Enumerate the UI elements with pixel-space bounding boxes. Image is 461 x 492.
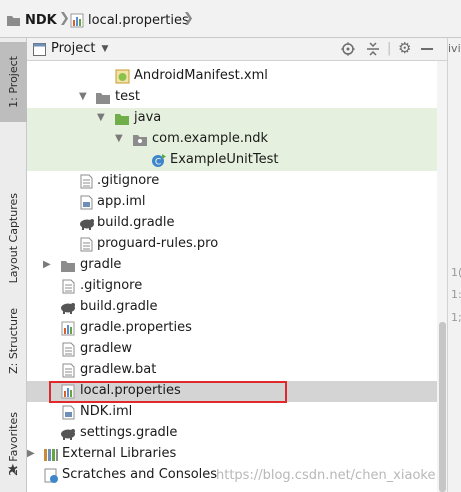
tree-row-java-test[interactable]: ▼ java xyxy=(27,108,437,129)
selection-highlight-box xyxy=(49,381,287,403)
tree-row-gradle-folder[interactable]: ▶ gradle xyxy=(27,255,437,276)
tree-row-label: gradle.properties xyxy=(80,320,192,335)
gradle-icon xyxy=(80,219,94,230)
tree-row-label: java xyxy=(134,110,162,125)
tree-row-android-manifest[interactable]: AndroidManifest.xml xyxy=(27,66,437,87)
tree-row-external-libraries[interactable]: ▶ External Libraries xyxy=(27,444,437,465)
svg-text:C: C xyxy=(155,158,161,168)
editor-gutter: ivit 1( 1: 1; xyxy=(447,38,461,492)
tree-row-label: build.gradle xyxy=(80,299,158,314)
breadcrumb-file[interactable]: local.properties xyxy=(70,11,189,29)
class-icon: C xyxy=(152,154,166,168)
watermark: https://blog.csdn.net/chen_xiaoke xyxy=(216,468,436,483)
tree-row-example-unit-test[interactable]: C ExampleUnitTest xyxy=(27,150,437,171)
project-view-icon xyxy=(33,43,46,56)
tree-row-label: .gitignore xyxy=(97,173,160,188)
tree-row-build-gradle[interactable]: build.gradle xyxy=(27,297,437,318)
project-view-label: Project xyxy=(51,41,96,56)
tree-row-label: proguard-rules.pro xyxy=(97,236,219,251)
breadcrumb-project-label: NDK xyxy=(25,12,57,28)
tab-project-label: 1: Project xyxy=(7,56,20,108)
tab-structure-label: Z: Structure xyxy=(7,308,20,374)
tree-row-gradlew-bat[interactable]: gradlew.bat xyxy=(27,360,437,381)
file-icon xyxy=(62,363,75,378)
tree-row-settings-gradle[interactable]: settings.gradle xyxy=(27,423,437,444)
tree-row-ndk-iml[interactable]: NDK.iml xyxy=(27,402,437,423)
tab-structure[interactable]: Z: Structure xyxy=(0,296,27,386)
properties-icon xyxy=(61,321,75,336)
tree-row-label: app.iml xyxy=(97,194,146,209)
tree-row-label: External Libraries xyxy=(62,446,177,461)
breadcrumb-separator-icon: ❯ xyxy=(59,11,70,26)
collapse-all-icon[interactable] xyxy=(366,42,380,56)
chevron-right-icon: ▶ xyxy=(43,259,51,270)
tree-row-label: gradlew xyxy=(80,341,133,356)
tree-row-label: settings.gradle xyxy=(80,425,178,440)
breadcrumb-file-label: local.properties xyxy=(88,12,189,28)
locate-icon[interactable] xyxy=(341,42,355,56)
file-icon xyxy=(80,237,93,252)
tree-row-label: Scratches and Consoles xyxy=(62,467,218,482)
hide-icon[interactable] xyxy=(421,44,435,58)
tree-row-app-gitignore[interactable]: .gitignore xyxy=(27,171,437,192)
gradle-icon xyxy=(61,429,75,440)
project-view-selector[interactable]: Project ▼ xyxy=(51,41,108,56)
project-tree: AndroidManifest.xml ▼ test ▼ java ▼ com.… xyxy=(27,61,437,492)
tab-layout-captures-label: Layout Captures xyxy=(7,192,20,284)
editor-tab-partial[interactable]: ivit xyxy=(448,42,461,55)
navigation-bar: NDK ❯ local.properties ❯ xyxy=(0,0,461,38)
module-file-icon xyxy=(80,195,93,210)
library-icon xyxy=(44,449,58,461)
folder-icon xyxy=(61,261,75,272)
tool-window-strip: 1: Project Layout Captures Z: Structure … xyxy=(0,38,27,492)
tree-row-gradle-properties[interactable]: gradle.properties xyxy=(27,318,437,339)
tree-row-proguard[interactable]: proguard-rules.pro xyxy=(27,234,437,255)
line-number: 1( xyxy=(451,266,461,279)
chevron-down-icon: ▼ xyxy=(115,133,123,144)
file-icon xyxy=(62,279,75,294)
tree-row-label: ExampleUnitTest xyxy=(170,152,279,167)
tree-row-package[interactable]: ▼ com.example.ndk xyxy=(27,129,437,150)
tab-project[interactable]: 1: Project xyxy=(0,42,27,122)
tree-row-label: NDK.iml xyxy=(80,404,133,419)
module-file-icon xyxy=(62,405,75,420)
file-icon xyxy=(62,342,75,357)
tree-row-label: build.gradle xyxy=(97,215,175,230)
tree-row-label: .gitignore xyxy=(80,278,143,293)
chevron-down-icon: ▼ xyxy=(79,91,87,102)
tree-row-label: gradle xyxy=(80,257,122,272)
test-source-folder-icon xyxy=(115,114,129,125)
tree-row-app-iml[interactable]: app.iml xyxy=(27,192,437,213)
scratches-icon xyxy=(44,468,58,483)
properties-icon xyxy=(70,13,84,27)
breadcrumb-separator-icon: ❯ xyxy=(183,11,194,26)
gradle-icon xyxy=(61,303,75,314)
line-number: 1; xyxy=(451,311,461,324)
chevron-right-icon: ▶ xyxy=(27,448,35,459)
divider: | xyxy=(387,41,392,56)
package-icon xyxy=(133,135,147,146)
chevron-down-icon: ▼ xyxy=(97,112,105,123)
tree-row-label: com.example.ndk xyxy=(152,131,269,146)
tree-row-label: test xyxy=(115,89,140,104)
tree-row-test[interactable]: ▼ test xyxy=(27,87,437,108)
folder-icon xyxy=(7,15,20,26)
line-number: 1: xyxy=(451,288,461,301)
tree-row-app-build-gradle[interactable]: build.gradle xyxy=(27,213,437,234)
chevron-down-icon: ▼ xyxy=(101,43,109,54)
tree-row-label: AndroidManifest.xml xyxy=(134,68,268,83)
tree-row-gitignore[interactable]: .gitignore xyxy=(27,276,437,297)
gear-icon[interactable]: ⚙ xyxy=(398,39,411,57)
tree-scrollbar-thumb[interactable] xyxy=(439,322,446,492)
star-icon: ★ xyxy=(7,462,19,477)
tree-row-label: gradlew.bat xyxy=(80,362,157,377)
project-panel-header: Project ▼ | ⚙ xyxy=(27,38,447,61)
breadcrumb-project[interactable]: NDK xyxy=(6,11,57,29)
tree-row-gradlew[interactable]: gradlew xyxy=(27,339,437,360)
folder-icon xyxy=(96,93,110,104)
file-icon xyxy=(80,174,93,189)
manifest-icon xyxy=(115,69,130,84)
tab-layout-captures[interactable]: Layout Captures xyxy=(0,173,27,303)
